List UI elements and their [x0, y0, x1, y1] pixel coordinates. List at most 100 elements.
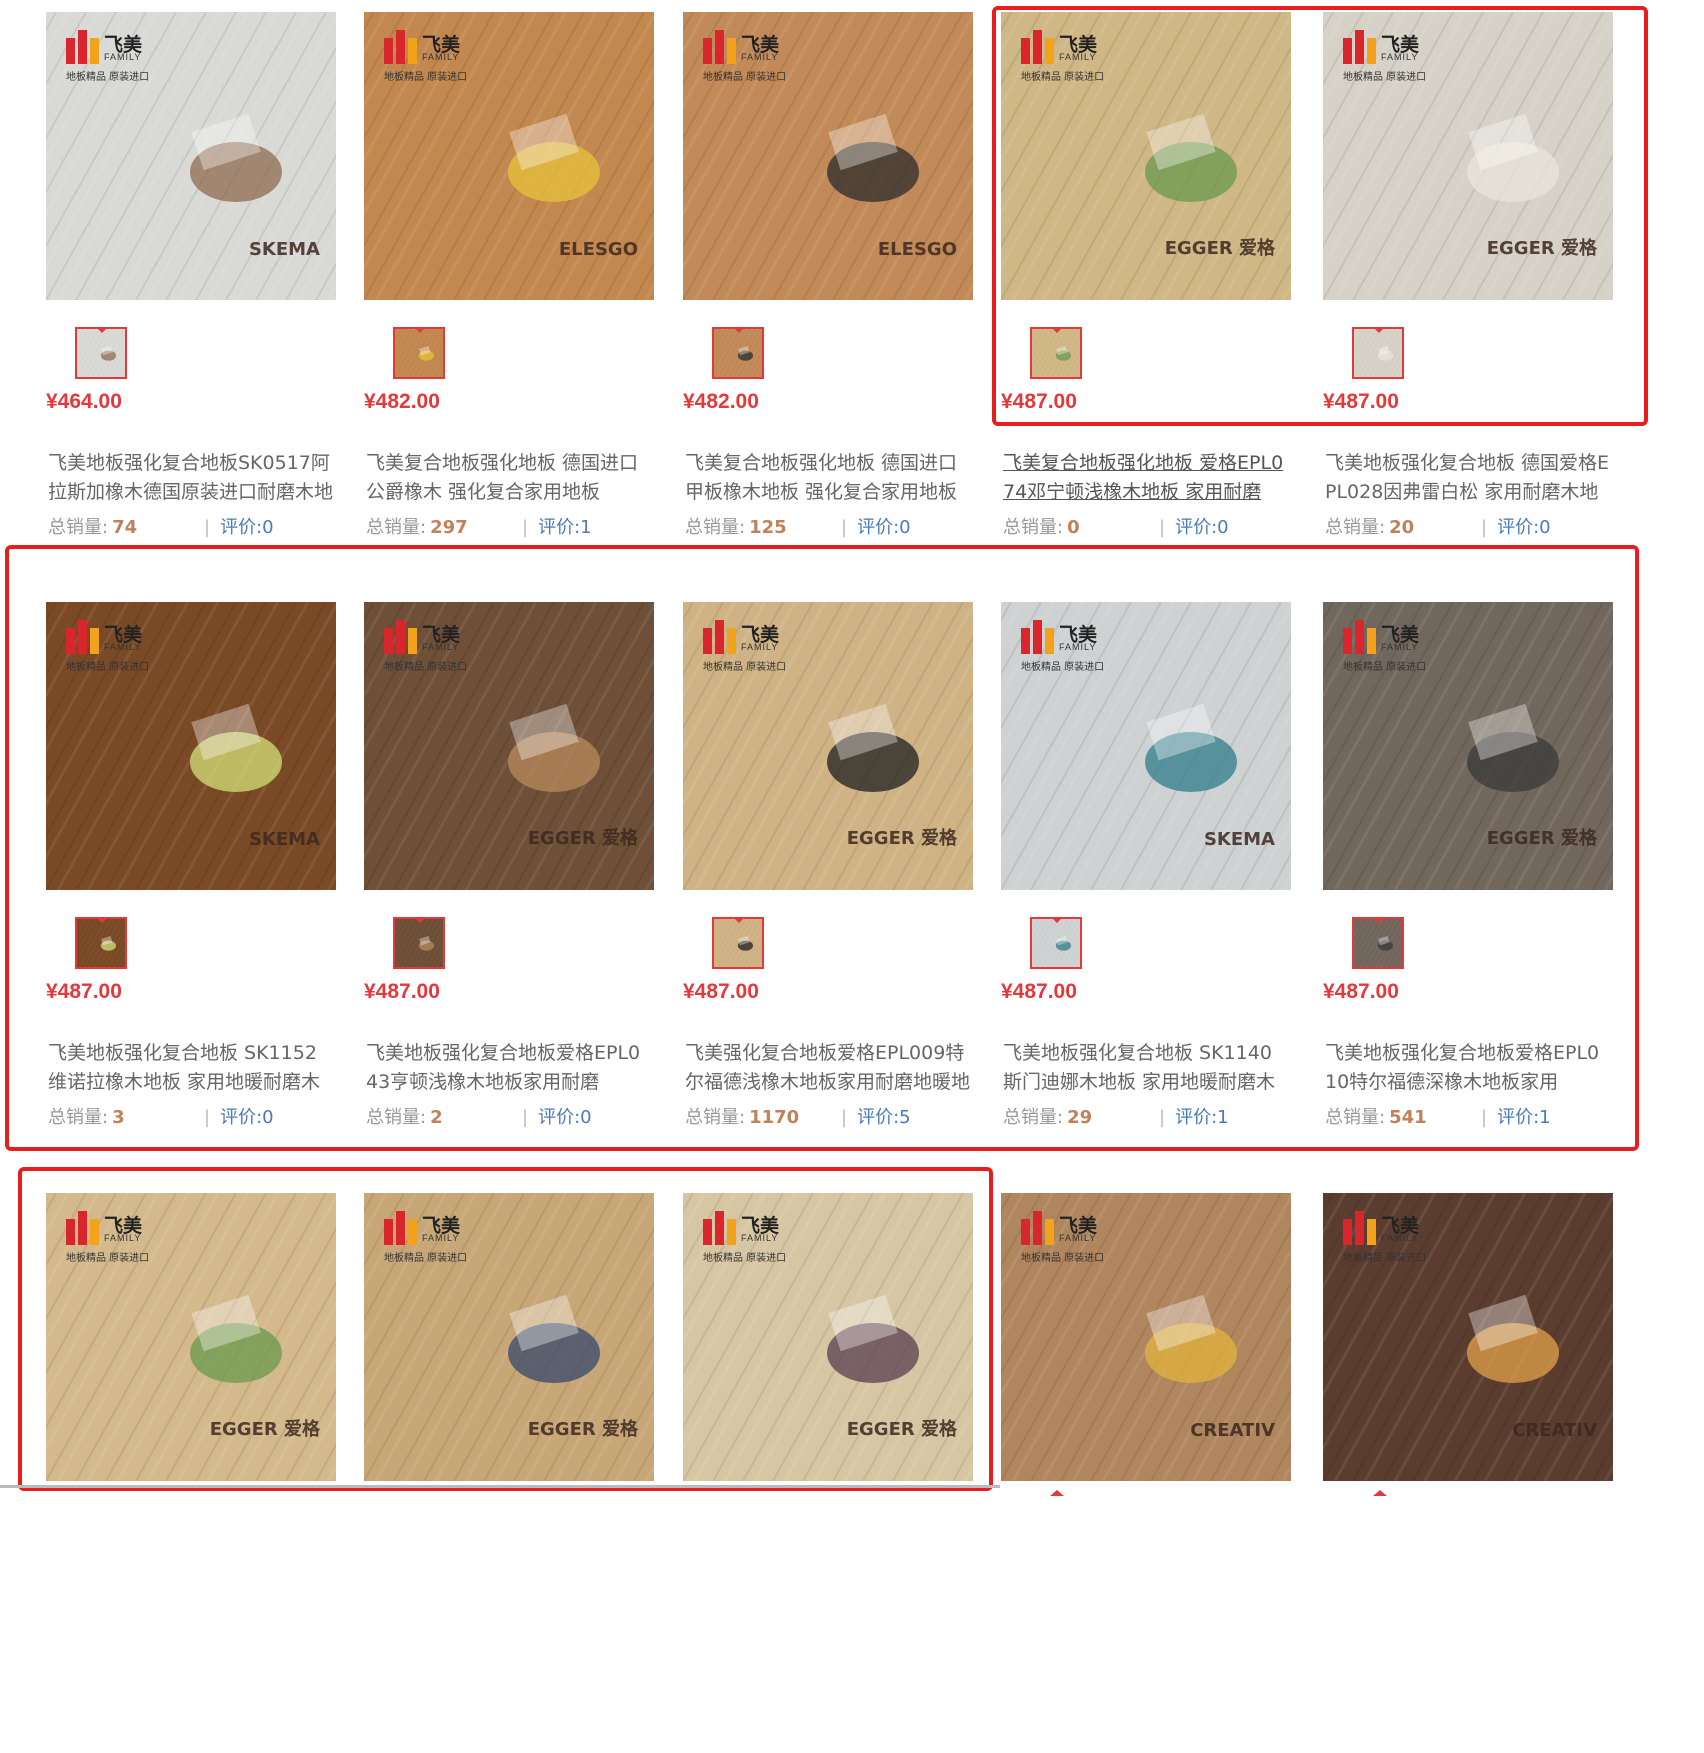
brand-tagline: 地板精品 原装进口	[1343, 1253, 1427, 1264]
reviews-count: 1	[580, 517, 592, 538]
maker-brand-mark: EGGER 爱格	[1486, 238, 1597, 259]
product-title-link[interactable]: 飞美强化复合地板爱格EPL009特尔福德浅橡木地板家用耐磨地暖地板	[685, 1039, 971, 1097]
reviews-count: 0	[1539, 517, 1551, 538]
product-price: ¥487.00	[1001, 390, 1077, 413]
thumbnail-selector[interactable]	[393, 917, 445, 969]
reviews-label: 评价:	[1497, 1107, 1540, 1128]
reviews-count: 0	[580, 1107, 592, 1128]
product-stats: 总销量: 3 | 评价:0	[48, 1104, 334, 1132]
product-image[interactable]: 飞美 FAMILY 地板精品 原装进口 ELESGO	[364, 12, 654, 300]
product-image[interactable]: 飞美 FAMILY 地板精品 原装进口 SKEMA	[46, 12, 336, 300]
product-title-link[interactable]: 飞美地板强化复合地板SK0517阿拉斯加橡木德国原装进口耐磨木地板	[48, 449, 334, 507]
maker-brand-mark: SKEMA	[1203, 829, 1275, 850]
sold-label: 总销量:	[1325, 517, 1386, 538]
thumbnail-selector[interactable]	[1030, 917, 1082, 969]
product-card: 飞美 FAMILY 地板精品 原装进口 SKEMA ¥487.00 飞美地板强化复合地板 …	[46, 602, 336, 1162]
reviews-label: 评价:	[220, 1107, 263, 1128]
product-image[interactable]: 飞美 FAMILY 地板精品 原装进口 EGGER 爱格	[683, 1193, 973, 1481]
product-title-link[interactable]: 飞美复合地板强化地板 德国进口公爵橡木 强化复合家用地板	[366, 449, 652, 507]
product-title-link[interactable]: 飞美复合地板强化地板 德国进口甲板橡木地板 强化复合家用地板	[685, 449, 971, 507]
product-card: 飞美 FAMILY 地板精品 原装进口 EGGER 爱格 ¥487.00 飞美地板强化复合…	[1323, 12, 1613, 572]
reviews-link[interactable]: | 评价:0	[204, 1104, 274, 1132]
product-image[interactable]: 飞美 FAMILY 地板精品 原装进口 CREATIV	[1001, 1193, 1291, 1481]
thumbnail-selector[interactable]	[393, 327, 445, 379]
product-price: ¥482.00	[683, 390, 759, 413]
brand-tagline: 地板精品 原装进口	[1021, 662, 1105, 673]
sold-count: 125	[749, 517, 787, 538]
reviews-link[interactable]: | 评价:5	[841, 1104, 911, 1132]
product-price: ¥487.00	[683, 980, 759, 1003]
brand-tagline: 地板精品 原装进口	[384, 72, 468, 83]
product-image[interactable]: 飞美 FAMILY 地板精品 原装进口 EGGER 爱格	[364, 602, 654, 890]
thumbnail-selector[interactable]	[1030, 327, 1082, 379]
brand-tagline: 地板精品 原装进口	[703, 72, 787, 83]
brand-tagline: 地板精品 原装进口	[1021, 72, 1105, 83]
product-image[interactable]: 飞美 FAMILY 地板精品 原装进口 CREATIV	[1323, 1193, 1613, 1481]
reviews-count: 0	[1217, 517, 1229, 538]
product-card: 飞美 FAMILY 地板精品 原装进口 EGGER 爱格	[46, 1193, 336, 1753]
reviews-link[interactable]: | 评价:0	[522, 1104, 592, 1132]
reviews-link[interactable]: | 评价:0	[204, 514, 274, 542]
product-title-link[interactable]: 飞美地板强化复合地板爱格EPL043亨顿浅橡木地板家用耐磨	[366, 1039, 652, 1097]
product-stats: 总销量: 125 | 评价:0	[685, 514, 971, 542]
product-image[interactable]: 飞美 FAMILY 地板精品 原装进口 EGGER 爱格	[683, 602, 973, 890]
product-stats: 总销量: 2 | 评价:0	[366, 1104, 652, 1132]
product-title-link[interactable]: 飞美复合地板强化地板 爱格EPL074邓宁顿浅橡木地板 家用耐磨	[1003, 449, 1289, 507]
brand-tagline: 地板精品 原装进口	[1343, 72, 1427, 83]
sold-label: 总销量:	[1325, 1107, 1386, 1128]
brand-tagline: 地板精品 原装进口	[703, 1253, 787, 1264]
sold-count: 20	[1389, 517, 1415, 538]
sold-label: 总销量:	[685, 1107, 746, 1128]
reviews-link[interactable]: | 评价:0	[1159, 514, 1229, 542]
maker-brand-mark: EGGER 爱格	[527, 828, 638, 849]
product-card: 飞美 FAMILY 地板精品 原装进口 EGGER 爱格 ¥487.00 飞美复合地板强化…	[1001, 12, 1291, 572]
product-title-link[interactable]: 飞美地板强化复合地板 SK1152维诺拉橡木地板 家用地暖耐磨木地板	[48, 1039, 334, 1097]
product-image[interactable]: 飞美 FAMILY 地板精品 原装进口 EGGER 爱格	[364, 1193, 654, 1481]
brand-logo-en: FAMILY	[741, 642, 779, 652]
reviews-link[interactable]: | 评价:1	[522, 514, 592, 542]
reviews-label: 评价:	[1175, 1107, 1218, 1128]
brand-logo-en: FAMILY	[104, 52, 142, 62]
brand-logo-en: FAMILY	[422, 1233, 460, 1243]
maker-brand-mark: SKEMA	[248, 829, 320, 850]
product-card: 飞美 FAMILY 地板精品 原装进口 ELESGO ¥482.00 飞美复合地板强化地板…	[683, 12, 973, 572]
reviews-link[interactable]: | 评价:1	[1481, 1104, 1551, 1132]
thumbnail-selector[interactable]	[1352, 327, 1404, 379]
reviews-link[interactable]: | 评价:0	[841, 514, 911, 542]
reviews-label: 评价:	[857, 1107, 900, 1128]
product-image[interactable]: 飞美 FAMILY 地板精品 原装进口 EGGER 爱格	[1323, 12, 1613, 300]
brand-logo-en: FAMILY	[1059, 52, 1097, 62]
thumbnail-selector[interactable]	[75, 917, 127, 969]
maker-brand-mark: EGGER 爱格	[846, 828, 957, 849]
product-image[interactable]: 飞美 FAMILY 地板精品 原装进口 EGGER 爱格	[46, 1193, 336, 1481]
reviews-label: 评价:	[538, 1107, 581, 1128]
brand-logo-en: FAMILY	[422, 642, 460, 652]
reviews-link[interactable]: | 评价:0	[1481, 514, 1551, 542]
product-title-link[interactable]: 飞美地板强化复合地板爱格EPL010特尔福德深橡木地板家用	[1325, 1039, 1611, 1097]
reviews-count: 5	[899, 1107, 911, 1128]
thumb-marker	[1050, 1490, 1064, 1496]
brand-logo-en: FAMILY	[741, 52, 779, 62]
reviews-link[interactable]: | 评价:1	[1159, 1104, 1229, 1132]
brand-logo-en: FAMILY	[1381, 642, 1419, 652]
thumbnail-selector[interactable]	[712, 917, 764, 969]
maker-brand-mark: EGGER 爱格	[209, 1419, 320, 1440]
sold-count: 2	[430, 1107, 443, 1128]
sold-count: 74	[112, 517, 138, 538]
sold-count: 297	[430, 517, 468, 538]
brand-tagline: 地板精品 原装进口	[66, 662, 150, 673]
product-image[interactable]: 飞美 FAMILY 地板精品 原装进口 EGGER 爱格	[1323, 602, 1613, 890]
product-image[interactable]: 飞美 FAMILY 地板精品 原装进口 SKEMA	[1001, 602, 1291, 890]
product-title-link[interactable]: 飞美地板强化复合地板 SK1140斯门迪娜木地板 家用地暖耐磨木地板	[1003, 1039, 1289, 1097]
sold-count: 1170	[749, 1107, 800, 1128]
product-title-link[interactable]: 飞美地板强化复合地板 德国爱格EPL028因弗雷白松 家用耐磨木地板	[1325, 449, 1611, 507]
thumbnail-selector[interactable]	[75, 327, 127, 379]
brand-logo-en: FAMILY	[1059, 1233, 1097, 1243]
sold-label: 总销量:	[366, 1107, 427, 1128]
thumbnail-selector[interactable]	[1352, 917, 1404, 969]
product-image[interactable]: 飞美 FAMILY 地板精品 原装进口 SKEMA	[46, 602, 336, 890]
thumbnail-selector[interactable]	[712, 327, 764, 379]
product-image[interactable]: 飞美 FAMILY 地板精品 原装进口 EGGER 爱格	[1001, 12, 1291, 300]
reviews-count: 0	[262, 517, 274, 538]
product-image[interactable]: 飞美 FAMILY 地板精品 原装进口 ELESGO	[683, 12, 973, 300]
